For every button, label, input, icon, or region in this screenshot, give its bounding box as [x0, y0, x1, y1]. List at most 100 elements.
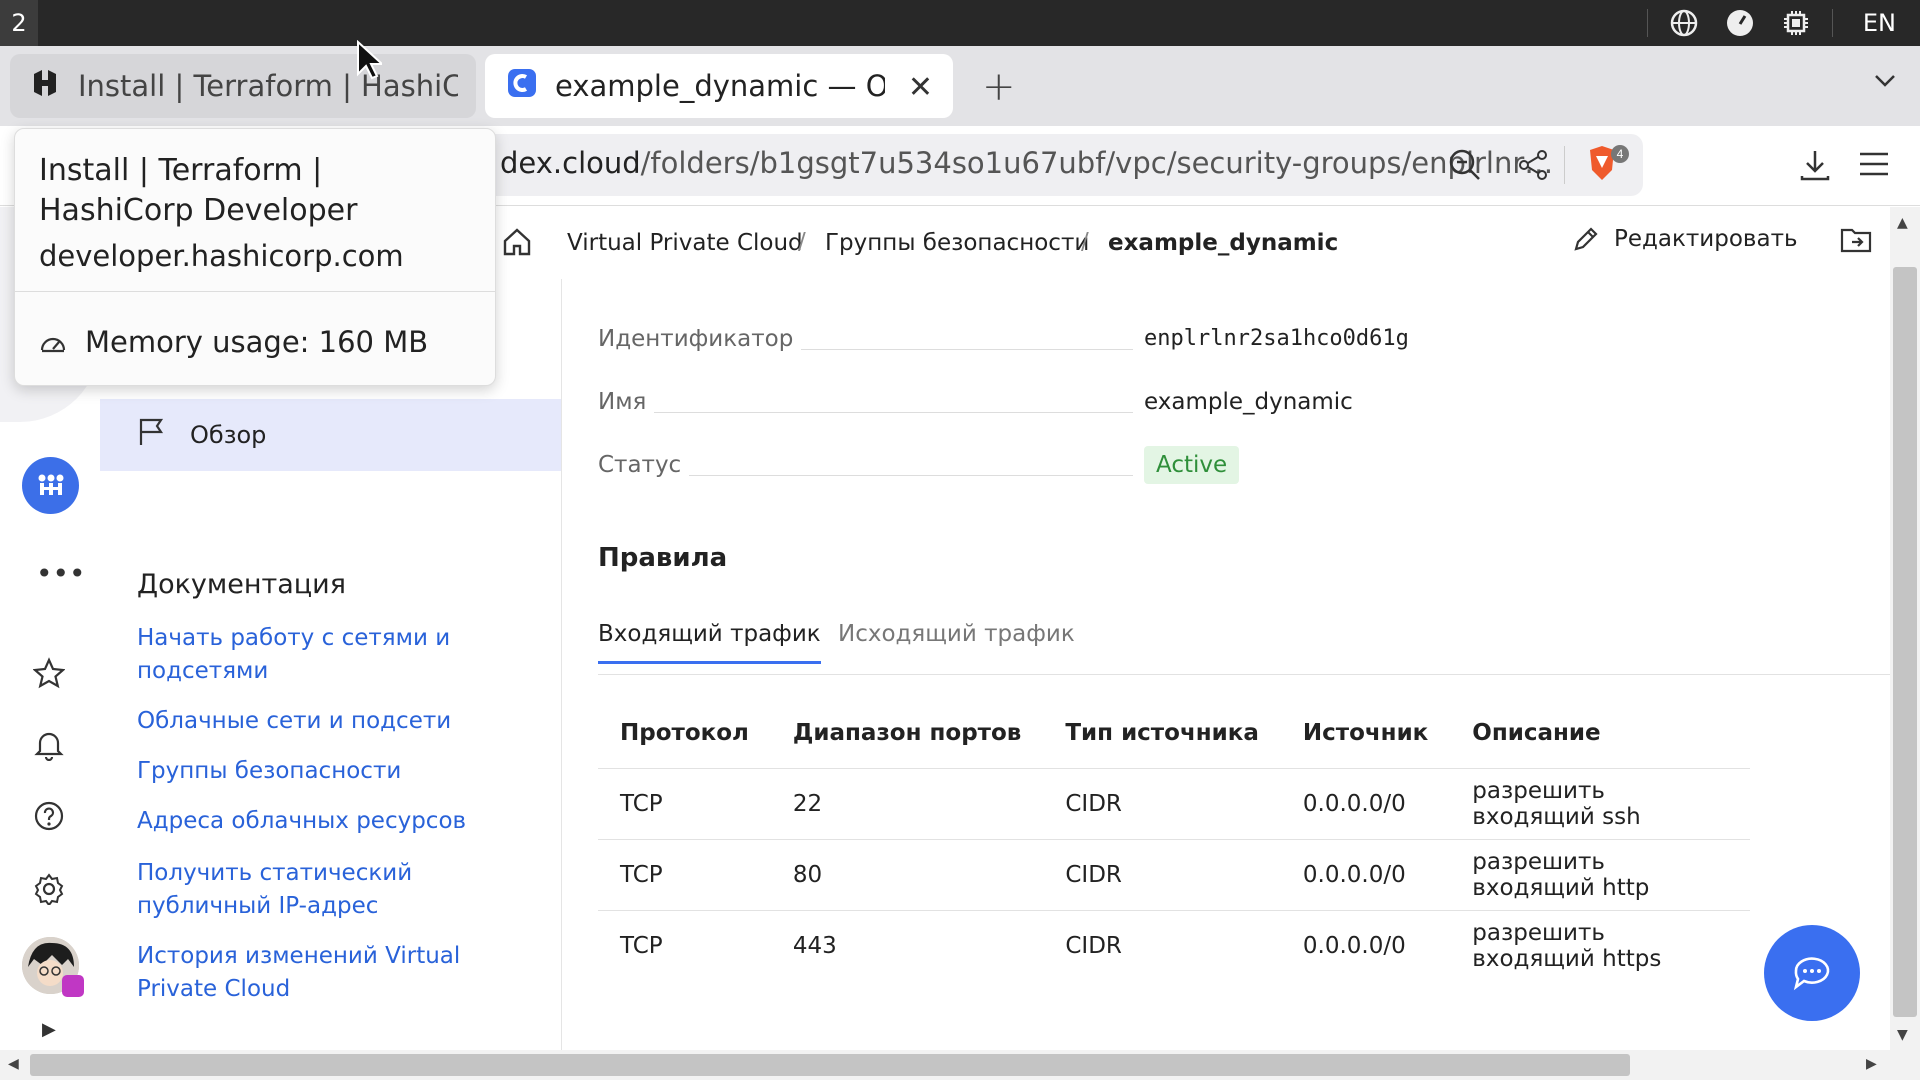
table-row[interactable]: TCP 22 CIDR 0.0.0.0/0 разрешить входящий… — [598, 767, 1751, 839]
table-cell: разрешить входящий https — [1450, 909, 1751, 981]
scroll-left-icon[interactable]: ◀ — [8, 1056, 19, 1072]
hashicorp-icon — [30, 68, 60, 105]
scroll-right-icon[interactable]: ▶ — [1866, 1056, 1877, 1072]
overview-panel: Идентификатор enplrlnr2sa1hco0d61g Имя e… — [562, 279, 1898, 1050]
url-path: /folders/b1gsgt7u534so1u67ubf/vpc/securi… — [640, 146, 1554, 180]
table-header-row: Протокол Диапазон портов Тип источника И… — [598, 698, 1750, 768]
sidebar-item-label: Обзор — [190, 421, 267, 449]
doc-link[interactable]: Группы безопасности — [137, 755, 537, 788]
table-cell: 80 — [770, 838, 1044, 910]
table-cell: CIDR — [1043, 767, 1281, 839]
property-row: Идентификатор enplrlnr2sa1hco0d61g — [598, 320, 1888, 360]
separator — [1831, 9, 1833, 37]
yandex-cloud-icon — [507, 68, 537, 105]
zoom-out-icon[interactable] — [1448, 148, 1482, 186]
table-cell: 0.0.0.0/0 — [1280, 767, 1451, 839]
table-cell: TCP — [598, 909, 771, 981]
breadcrumb-separator: / — [1081, 229, 1089, 255]
download-icon[interactable] — [1798, 148, 1832, 186]
edit-label: Редактировать — [1614, 226, 1798, 252]
status-badge: Active — [1144, 446, 1240, 484]
doc-link[interactable]: Адреса облачных ресурсов — [137, 805, 537, 838]
cpu-icon[interactable] — [1768, 9, 1824, 37]
scroll-up-icon[interactable]: ▲ — [1897, 215, 1908, 231]
sidebar-item-overview[interactable]: Обзор — [100, 399, 561, 471]
globe-icon[interactable] — [1656, 9, 1712, 37]
column-header: Диапазон портов — [792, 719, 1022, 746]
gauge-icon — [40, 337, 66, 353]
speedometer-icon[interactable] — [1712, 9, 1768, 37]
table-cell: TCP — [598, 767, 771, 839]
keyboard-layout[interactable]: EN — [1841, 9, 1920, 37]
rules-table: Протокол Диапазон портов Тип источника И… — [598, 698, 1751, 981]
tab-strip: Install | Terraform | HashiCorp Develope… — [0, 46, 1920, 126]
brave-shields-icon[interactable]: 4 — [1586, 144, 1630, 188]
scroll-down-icon[interactable]: ▼ — [1897, 1027, 1908, 1043]
svg-text:4: 4 — [1617, 147, 1624, 161]
docs-heading: Документация — [137, 569, 346, 600]
vpc-service-icon[interactable] — [22, 457, 79, 514]
horizontal-scrollbar[interactable]: ◀ ▶ — [0, 1050, 1920, 1080]
vertical-scrollbar[interactable]: ▲ ▼ — [1890, 207, 1920, 1050]
tab-ingress[interactable]: Входящий трафик — [598, 621, 821, 664]
dotted-leader — [653, 412, 1133, 413]
chevron-down-icon[interactable] — [1872, 68, 1898, 98]
flag-icon — [138, 417, 166, 453]
dotted-leader — [678, 475, 1133, 476]
share-icon[interactable] — [1518, 150, 1548, 184]
column-header: Источник — [1302, 719, 1429, 746]
star-icon[interactable] — [32, 657, 66, 693]
table-cell: 443 — [770, 909, 1044, 981]
table-cell: TCP — [598, 838, 771, 910]
tab-egress[interactable]: Исходящий трафик — [838, 621, 1075, 647]
more-icon[interactable]: ••• — [36, 557, 86, 590]
property-label: Статус — [598, 452, 690, 478]
menu-icon[interactable] — [1858, 150, 1890, 182]
mouse-cursor-icon — [357, 40, 382, 80]
pencil-icon — [1574, 227, 1598, 251]
property-value: example_dynamic — [1144, 389, 1353, 415]
doc-link[interactable]: Получить статический публичный IP-адрес — [137, 857, 537, 923]
help-icon[interactable] — [34, 801, 64, 835]
hover-card-memory: Memory usage: 160 MB — [39, 325, 428, 359]
bell-icon[interactable] — [34, 729, 64, 765]
url-host: dex.cloud — [500, 146, 641, 180]
scrollbar-thumb[interactable] — [30, 1054, 1630, 1076]
breadcrumb-vpc[interactable]: Virtual Private Cloud — [567, 230, 803, 256]
url-text: dex.cloud/folders/b1gsgt7u534so1u67ubf/v… — [500, 146, 1553, 180]
move-folder-icon[interactable] — [1840, 225, 1872, 261]
separator — [1646, 9, 1648, 37]
tab-terraform[interactable]: Install | Terraform | HashiCorp Develope… — [10, 54, 476, 118]
property-row: Имя example_dynamic — [598, 383, 1888, 423]
edit-button[interactable]: Редактировать — [1572, 225, 1798, 253]
support-chat-button[interactable] — [1764, 925, 1860, 1021]
scrollbar-thumb[interactable] — [1893, 267, 1917, 1017]
hover-card-title: Install | Terraform | HashiCorp Develope… — [39, 153, 358, 228]
expand-icon[interactable]: ▶ — [42, 1019, 56, 1040]
rules-heading: Правила — [598, 543, 728, 573]
table-cell: 0.0.0.0/0 — [1280, 909, 1451, 981]
briefcase-icon — [62, 975, 84, 997]
table-row[interactable]: TCP 80 CIDR 0.0.0.0/0 разрешить входящий… — [598, 838, 1751, 910]
doc-link[interactable]: История изменений Virtual Private Cloud — [137, 940, 537, 1006]
separator — [15, 291, 495, 292]
table-cell: разрешить входящий http — [1450, 838, 1751, 910]
traffic-tabs: Входящий трафик Исходящий трафик — [598, 621, 1898, 675]
home-icon[interactable] — [502, 227, 532, 263]
hover-card-host: developer.hashicorp.com — [39, 239, 404, 273]
close-icon[interactable]: ✕ — [908, 70, 933, 105]
gear-icon[interactable] — [33, 873, 65, 909]
new-tab-button[interactable]: + — [982, 64, 1016, 110]
doc-link[interactable]: Облачные сети и подсети — [137, 705, 537, 738]
property-label: Имя — [598, 389, 655, 415]
doc-link[interactable]: Начать работу с сетями и подсетями — [137, 622, 537, 688]
tab-example-dynamic[interactable]: example_dynamic — Обзор ✕ — [485, 54, 953, 118]
table-row[interactable]: TCP 443 CIDR 0.0.0.0/0 разрешить входящи… — [598, 909, 1751, 981]
breadcrumb: Virtual Private Cloud / Группы безопасно… — [462, 207, 1890, 279]
breadcrumb-security-groups[interactable]: Группы безопасности — [825, 230, 1089, 256]
property-value: enplrlnr2sa1hco0d61g — [1144, 326, 1409, 351]
table-cell: разрешить входящий ssh — [1450, 767, 1751, 839]
property-label: Идентификатор — [598, 326, 802, 352]
tab-title: example_dynamic — Обзор — [555, 69, 885, 103]
workspace-indicator[interactable]: 2 — [0, 0, 38, 46]
